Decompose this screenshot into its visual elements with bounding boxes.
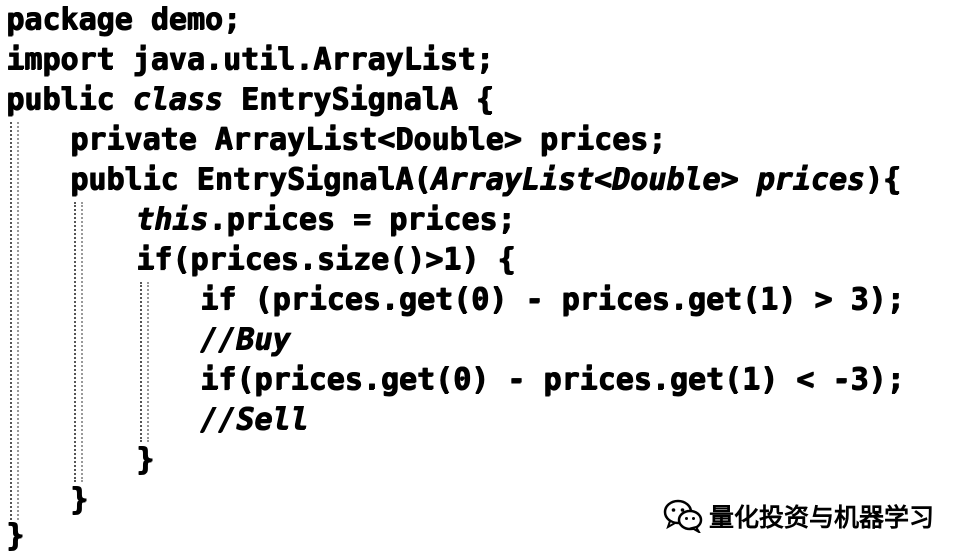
indent-guide-if-body bbox=[140, 282, 149, 442]
code-line-comment-buy: //Buy bbox=[200, 322, 291, 357]
code-line-if-size: if(prices.size()>1) { bbox=[136, 242, 516, 277]
indent-guide-class-body bbox=[10, 122, 19, 520]
code-line-constructor: public EntrySignalA(ArrayList<Double> pr… bbox=[70, 162, 901, 197]
code-line-close-if: } bbox=[136, 442, 155, 477]
wechat-icon bbox=[663, 499, 703, 533]
code-screenshot: { "code": { "lines": [ "package demo;", … bbox=[0, 0, 962, 560]
code-line-close-constructor: } bbox=[70, 482, 89, 517]
code-line-close-class: } bbox=[6, 518, 25, 553]
code-line-package: package demo; bbox=[6, 2, 241, 37]
watermark: 量化投资与机器学习 bbox=[663, 496, 934, 536]
code-line-assignment: this.prices = prices; bbox=[136, 202, 516, 237]
code-line-if-sell: if(prices.get(0) - prices.get(1) < -3); bbox=[200, 362, 905, 397]
watermark-text: 量化投资与机器学习 bbox=[708, 503, 934, 532]
code-line-comment-sell: //Sell bbox=[200, 402, 309, 437]
indent-guide-constructor-body bbox=[74, 202, 83, 482]
code-line-import: import java.util.ArrayList; bbox=[6, 42, 494, 77]
code-line-field: private ArrayList<Double> prices; bbox=[70, 122, 667, 157]
code-line-class-declaration: public class EntrySignalA { bbox=[6, 82, 494, 117]
code-line-if-buy: if (prices.get(0) - prices.get(1) > 3); bbox=[200, 282, 905, 317]
